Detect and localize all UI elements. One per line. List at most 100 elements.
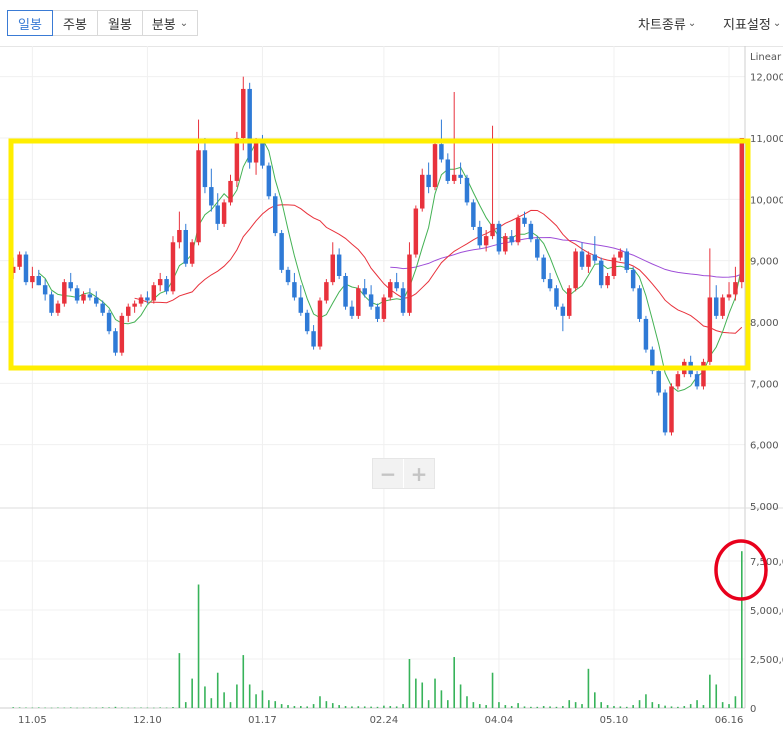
volume-bar: [293, 706, 296, 708]
candle-body: [336, 254, 342, 276]
volume-bar: [657, 704, 660, 708]
volume-bar: [31, 707, 34, 709]
candle-body: [362, 288, 367, 295]
volume-bar: [395, 706, 398, 708]
volume-bar: [89, 707, 91, 709]
volume-bar: [427, 700, 430, 708]
candle-body: [106, 312, 112, 332]
volume-bar: [236, 684, 238, 708]
candle-body: [567, 288, 572, 316]
volume-bar: [689, 704, 692, 708]
candle-body: [68, 282, 73, 289]
chart-toolbar: 일봉 주봉 월봉 분봉 ⌄ 차트종류 ⌄ 지표설정 ⌄: [0, 0, 783, 47]
volume-bar: [229, 702, 232, 708]
zoom-out-button[interactable]: −: [373, 459, 404, 488]
volume-bar: [491, 672, 494, 708]
volume-bar: [37, 707, 40, 708]
tab-minute[interactable]: 분봉 ⌄: [142, 10, 198, 36]
candle-body: [17, 254, 22, 267]
candle-body: [637, 288, 642, 319]
volume-bar: [114, 706, 117, 708]
volume-bar: [581, 704, 583, 708]
volume-bar: [242, 655, 245, 708]
tab-daily[interactable]: 일봉: [7, 10, 53, 36]
candle-body: [343, 276, 348, 307]
volume-bar: [331, 703, 334, 708]
volume-bar: [255, 694, 257, 708]
tab-weekly-label: 주봉: [63, 17, 87, 33]
volume-bar: [300, 706, 302, 708]
price-tick-label: 11,000: [750, 134, 783, 145]
indicator-menu[interactable]: 지표설정 ⌄: [723, 14, 781, 33]
candle-body: [119, 315, 125, 353]
date-tick-label: 02.24: [370, 715, 399, 726]
volume-bar: [133, 707, 136, 709]
chevron-down-icon: ⌄: [687, 18, 697, 29]
candle-body: [464, 177, 470, 203]
volume-bar: [568, 700, 571, 708]
volume-bar: [69, 707, 72, 708]
candle-body: [273, 196, 278, 234]
candle-body: [356, 288, 361, 316]
candle-body: [618, 251, 623, 258]
indicator-label: 지표설정: [723, 18, 771, 33]
volume-bar: [357, 706, 360, 708]
candle-body: [132, 303, 137, 307]
candlestick-chart[interactable]: 5,000 6,000 7,000 8,000 9,000 10,000 11,000 12,…: [0, 46, 783, 730]
candle-body: [49, 294, 54, 313]
volume-bar: [261, 690, 264, 708]
candle-body: [535, 239, 540, 258]
volume-bar: [76, 707, 78, 709]
volume-tick-label: 0: [750, 704, 756, 715]
volume-bar: [415, 678, 417, 708]
volume-bar: [504, 705, 507, 708]
volume-bar: [197, 584, 200, 708]
candle-body: [643, 318, 649, 350]
volume-bar: [25, 707, 27, 709]
volume-bar: [670, 706, 673, 708]
volume-bar: [606, 705, 609, 708]
volume-bar: [172, 707, 174, 708]
volume-bar: [108, 707, 110, 708]
volume-bar: [338, 705, 340, 708]
volume-bar: [600, 702, 602, 708]
candle-body: [451, 174, 457, 181]
date-tick-label: 04.04: [485, 715, 514, 726]
candle-body: [368, 294, 374, 307]
volume-bar: [204, 686, 206, 708]
candle-body: [311, 331, 316, 347]
volume-bar: [721, 702, 724, 708]
candle-body: [221, 202, 227, 224]
zoom-in-button[interactable]: +: [404, 459, 434, 488]
volume-bar: [453, 657, 455, 708]
candle-body: [349, 306, 355, 316]
volume-bar: [408, 659, 411, 708]
candle-body: [292, 282, 297, 298]
scale-label[interactable]: Linear: [750, 52, 782, 63]
volume-bar: [542, 706, 545, 708]
price-tick-label: 9,000: [750, 257, 779, 268]
volume-bar: [594, 692, 596, 708]
volume-tick-label: 2,500,000: [750, 655, 783, 666]
candle-body: [420, 174, 425, 209]
tab-monthly[interactable]: 월봉: [97, 10, 143, 36]
chart-type-menu[interactable]: 차트종류 ⌄: [638, 14, 696, 33]
volume-bar: [351, 706, 353, 708]
volume-bar: [389, 706, 392, 708]
date-tick-label: 05.10: [600, 715, 629, 726]
volume-bar: [191, 678, 193, 708]
volume-bar: [440, 690, 443, 708]
volume-bar: [555, 706, 558, 708]
volume-bar: [178, 653, 181, 708]
candle-body: [30, 276, 35, 283]
volume-bar: [12, 707, 14, 708]
price-tick-label: 10,000: [750, 195, 783, 206]
candle-body: [662, 392, 668, 433]
volume-bar: [44, 707, 46, 709]
volume-bar: [101, 707, 104, 708]
candle-body: [733, 282, 738, 295]
volume-bar: [709, 674, 711, 708]
tab-weekly[interactable]: 주봉: [52, 10, 98, 36]
candle-body: [471, 202, 476, 227]
volume-bar: [127, 707, 130, 709]
